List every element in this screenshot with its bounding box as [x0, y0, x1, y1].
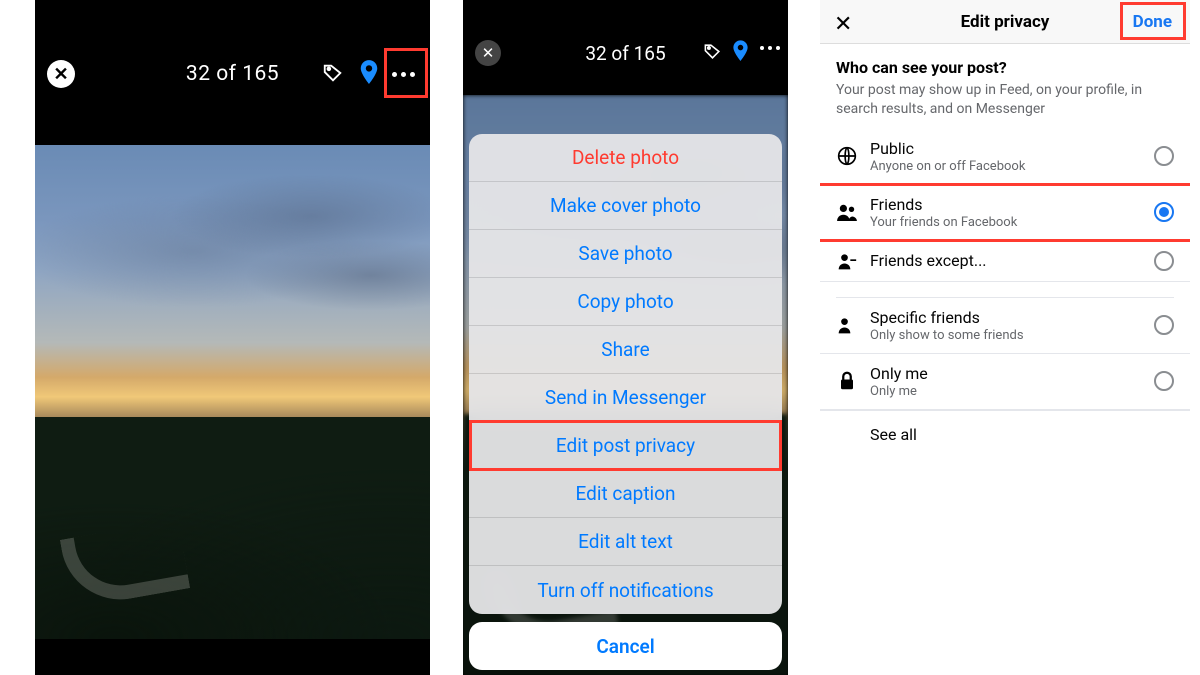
- menu-copy-photo[interactable]: Copy photo: [469, 278, 782, 326]
- menu-item-label: Share: [601, 338, 649, 361]
- menu-item-label: Edit caption: [575, 482, 675, 505]
- privacy-option-public[interactable]: Public Anyone on or off Facebook: [820, 129, 1190, 185]
- privacy-option-specific-friends[interactable]: Specific friends Only show to some frien…: [820, 298, 1190, 354]
- menu-delete-photo[interactable]: Delete photo: [469, 134, 782, 182]
- option-title: Only me: [870, 364, 1142, 383]
- photo-counter: 32 of 165: [186, 62, 279, 86]
- tag-button[interactable]: [703, 42, 722, 61]
- radio-only-me[interactable]: [1154, 371, 1174, 391]
- location-button[interactable]: [358, 60, 380, 86]
- radio-specific[interactable]: [1154, 315, 1174, 335]
- subheading-desc: Your post may show up in Feed, on your p…: [836, 81, 1174, 119]
- action-sheet-body: Delete photo Make cover photo Save photo…: [469, 134, 782, 614]
- lock-icon: [836, 371, 858, 391]
- close-button[interactable]: ✕: [475, 40, 501, 66]
- photo-viewer-header: ✕ 32 of 165: [463, 0, 788, 95]
- option-desc: Only show to some friends: [870, 328, 1142, 343]
- menu-make-cover[interactable]: Make cover photo: [469, 182, 782, 230]
- menu-send-messenger[interactable]: Send in Messenger: [469, 374, 782, 422]
- more-options-button[interactable]: [760, 46, 780, 50]
- menu-item-label: Edit alt text: [578, 530, 673, 553]
- more-icon: [760, 46, 780, 50]
- radio-friends[interactable]: [1154, 202, 1174, 222]
- specific-friends-icon: [836, 316, 858, 334]
- radio-public[interactable]: [1154, 146, 1174, 166]
- option-title: Specific friends: [870, 308, 1142, 327]
- globe-icon: [836, 146, 858, 166]
- done-label: Done: [1133, 12, 1172, 32]
- menu-save-photo[interactable]: Save photo: [469, 230, 782, 278]
- menu-edit-post-privacy[interactable]: Edit post privacy: [469, 422, 782, 470]
- menu-edit-caption[interactable]: Edit caption: [469, 470, 782, 518]
- phone-screen-edit-privacy: ✕ Edit privacy Done Who can see your pos…: [820, 0, 1190, 675]
- menu-share[interactable]: Share: [469, 326, 782, 374]
- action-sheet: Delete photo Make cover photo Save photo…: [469, 134, 782, 670]
- done-button[interactable]: Done: [1129, 10, 1176, 34]
- menu-item-label: Delete photo: [572, 146, 679, 169]
- see-all-label: See all: [870, 425, 917, 444]
- menu-turn-off-notifications[interactable]: Turn off notifications: [469, 566, 782, 614]
- phone-screen-action-sheet: ✕ 32 of 165 Delete photo Make cover phot…: [463, 0, 788, 675]
- menu-item-label: Send in Messenger: [545, 386, 706, 409]
- menu-item-label: Make cover photo: [550, 194, 701, 217]
- location-button[interactable]: [731, 40, 750, 63]
- tag-icon: [322, 62, 344, 84]
- option-desc: Your friends on Facebook: [870, 215, 1142, 230]
- tag-button[interactable]: [322, 62, 344, 84]
- menu-cancel[interactable]: Cancel: [469, 622, 782, 670]
- privacy-option-friends-except[interactable]: Friends except...: [820, 241, 1190, 282]
- close-button[interactable]: ✕: [834, 12, 852, 37]
- more-icon: [392, 72, 415, 77]
- privacy-option-friends[interactable]: Friends Your friends on Facebook: [820, 185, 1190, 241]
- menu-item-label: Edit post privacy: [556, 434, 695, 457]
- close-button[interactable]: ✕: [47, 60, 75, 88]
- see-all-button[interactable]: See all: [820, 410, 1190, 458]
- friends-except-icon: [836, 252, 858, 270]
- close-icon: ✕: [834, 12, 852, 37]
- menu-edit-alt-text[interactable]: Edit alt text: [469, 518, 782, 566]
- menu-item-label: Turn off notifications: [537, 579, 713, 602]
- more-options-button[interactable]: [384, 55, 422, 93]
- subheading: Who can see your post? Your post may sho…: [820, 44, 1190, 129]
- edit-privacy-header: ✕ Edit privacy Done: [820, 0, 1190, 44]
- photo-clouds: [35, 145, 430, 382]
- truncated-option-row: [836, 282, 1174, 298]
- photo-counter: 32 of 165: [585, 42, 665, 65]
- subheading-title: Who can see your post?: [836, 58, 1174, 77]
- close-icon: ✕: [482, 44, 495, 62]
- option-desc: Anyone on or off Facebook: [870, 159, 1142, 174]
- option-title: Friends except...: [870, 251, 1142, 270]
- photo-viewer-header: ✕ 32 of 165: [35, 0, 430, 145]
- menu-item-label: Copy photo: [577, 290, 673, 313]
- screen-title: Edit privacy: [961, 12, 1050, 32]
- option-desc: Only me: [870, 384, 1142, 399]
- photo-hills: [35, 417, 430, 639]
- photo-content[interactable]: [35, 145, 430, 639]
- phone-screen-photo-viewer: ✕ 32 of 165: [35, 0, 430, 675]
- tag-icon: [703, 42, 722, 61]
- friends-icon: [836, 203, 858, 221]
- menu-item-label: Cancel: [596, 635, 654, 658]
- close-icon: ✕: [53, 64, 68, 85]
- option-title: Friends: [870, 195, 1142, 214]
- menu-item-label: Save photo: [578, 242, 672, 265]
- location-icon: [358, 60, 380, 86]
- privacy-option-only-me[interactable]: Only me Only me: [820, 354, 1190, 410]
- radio-friends-except[interactable]: [1154, 251, 1174, 271]
- option-title: Public: [870, 139, 1142, 158]
- location-icon: [731, 40, 750, 63]
